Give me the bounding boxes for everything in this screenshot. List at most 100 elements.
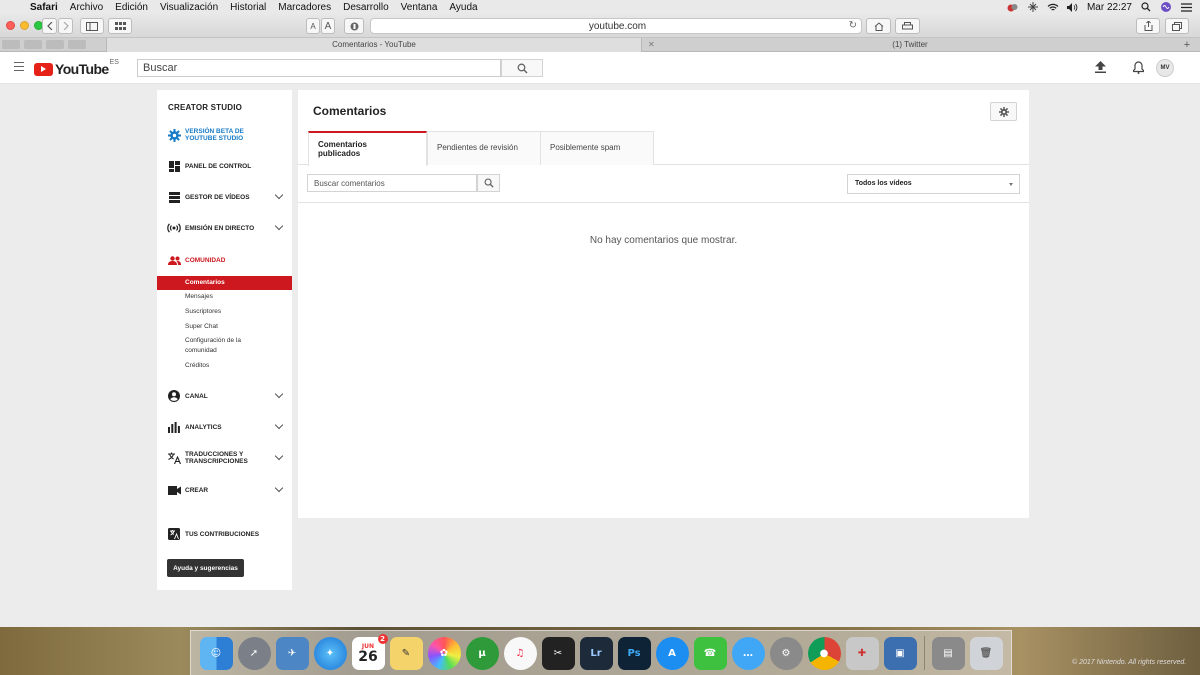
avatar[interactable]: MV [1156, 59, 1174, 77]
help-feedback-button[interactable]: Ayuda y sugerencias [167, 559, 244, 577]
youtube-logo[interactable]: YouTube ES [34, 59, 119, 77]
top-sites-button[interactable] [108, 18, 132, 34]
siri-icon[interactable] [1160, 2, 1172, 12]
menu-desarrollo[interactable]: Desarrollo [337, 2, 395, 13]
tab-published-comments[interactable]: Comentarios publicados [308, 131, 427, 166]
menu-clock[interactable]: Mar 22:27 [1087, 2, 1132, 13]
trash-icon[interactable]: 🗑 [969, 636, 1003, 670]
reload-icon[interactable]: ↻ [849, 20, 857, 31]
gear-icon [998, 106, 1009, 117]
close-tab-icon[interactable]: ✕ [648, 40, 655, 49]
wireless-diagnostics-icon[interactable]: ✚ [845, 636, 879, 670]
finder-icon[interactable]: ☺ [199, 636, 233, 670]
pinned-tab[interactable] [68, 40, 86, 49]
pinned-tab[interactable] [46, 40, 64, 49]
share-button[interactable] [1136, 18, 1160, 34]
app-store-icon[interactable]: A [655, 636, 689, 670]
photos-icon[interactable]: ✿ [427, 636, 461, 670]
printer-icon [902, 21, 913, 29]
sidebar-item-label: COMUNIDAD [185, 256, 226, 264]
screen-sharing-icon[interactable]: ▣ [883, 636, 917, 670]
sidebar-subitem-community-settings[interactable]: Configuración de la comunidad [157, 336, 267, 356]
sidebar-subitem-super-chat[interactable]: Super Chat [157, 322, 292, 332]
final-cut-icon[interactable]: ✂ [541, 636, 575, 670]
sidebar-item-dashboard[interactable]: PANEL DE CONTROL [157, 159, 292, 173]
lightroom-icon[interactable]: Lr [579, 636, 613, 670]
tab-title: Comentarios - YouTube [332, 40, 416, 49]
messages-icon[interactable]: … [731, 636, 765, 670]
sidebar-subitem-credits[interactable]: Créditos [157, 361, 292, 371]
spotlight-icon[interactable] [1140, 2, 1152, 12]
wifi-icon[interactable] [1047, 2, 1059, 12]
menu-app-name[interactable]: Safari [24, 2, 64, 13]
sidebar-item-studio-beta[interactable]: VERSIÓN BETA DE YOUTUBE STUDIO [157, 128, 292, 142]
address-url: youtube.com [588, 20, 647, 32]
sidebar-item-create[interactable]: CREAR [157, 483, 292, 497]
video-filter-select[interactable]: Todos los vídeos [847, 174, 1020, 194]
text-larger-button[interactable]: A [321, 18, 335, 34]
menu-ventana[interactable]: Ventana [395, 2, 444, 13]
new-tab-button[interactable]: + [1178, 39, 1196, 51]
tab-likely-spam[interactable]: Posiblemente spam [540, 131, 654, 165]
forward-button[interactable] [58, 18, 73, 34]
sidebar-item-translations[interactable]: TRADUCCIONES Y TRANSCRIPCIONES [157, 451, 292, 465]
sidebar-item-contributions[interactable]: TUS CONTRIBUCIONES [157, 527, 292, 541]
notification-center-icon[interactable] [1180, 2, 1192, 12]
upload-icon[interactable] [1093, 60, 1107, 74]
tab-overview-button[interactable] [1165, 18, 1189, 34]
creator-studio-sidebar: CREATOR STUDIO VERSIÓN BETA DE YOUTUBE S… [157, 90, 292, 590]
youtube-search-input[interactable]: Buscar [137, 59, 501, 77]
facetime-icon[interactable]: ☎ [693, 636, 727, 670]
comment-settings-button[interactable] [990, 102, 1017, 121]
close-window-button[interactable] [6, 21, 15, 30]
notes-icon[interactable]: ✎ [389, 636, 423, 670]
preview-icon[interactable]: ✈ [275, 636, 309, 670]
network-icon[interactable] [1027, 2, 1039, 12]
comment-search-input[interactable]: Buscar comentarios [307, 174, 477, 192]
safari-icon[interactable]: ✦ [313, 636, 347, 670]
sidebar-toggle-button[interactable] [80, 18, 104, 34]
sidebar-item-video-manager[interactable]: GESTOR DE VÍDEOS [157, 190, 292, 204]
sidebar-item-channel[interactable]: CANAL [157, 389, 292, 403]
sidebar-item-live-streaming[interactable]: EMISIÓN EN DIRECTO [157, 221, 292, 235]
text-smaller-button[interactable]: A [306, 18, 320, 34]
chrome-icon[interactable]: ● [807, 636, 841, 670]
photoshop-icon[interactable]: Ps [617, 636, 651, 670]
tab-youtube[interactable]: Comentarios - YouTube [106, 37, 642, 52]
sidebar-item-community[interactable]: COMUNIDAD [157, 253, 292, 267]
sidebar-item-label: TUS CONTRIBUCIONES [185, 530, 260, 538]
notifications-bell-icon[interactable] [1131, 60, 1145, 74]
sidebar-subitem-comments[interactable]: Comentarios [157, 276, 292, 290]
home-button[interactable] [866, 18, 891, 34]
tab-twitter[interactable]: ✕ (1) Twitter [642, 38, 1178, 52]
minimize-window-button[interactable] [20, 21, 29, 30]
calendar-icon[interactable]: JUN 26 2 [351, 633, 388, 670]
privacy-button[interactable] [344, 18, 364, 34]
pinned-tab[interactable] [2, 40, 20, 49]
sidebar-subitem-subscribers[interactable]: Suscriptores [157, 307, 292, 317]
sidebar-item-analytics[interactable]: ANALYTICS [157, 420, 292, 434]
menu-ayuda[interactable]: Ayuda [443, 2, 483, 13]
launchpad-icon[interactable]: ➚ [237, 636, 271, 670]
menu-marcadores[interactable]: Marcadores [272, 2, 337, 13]
menu-edicion[interactable]: Edición [109, 2, 154, 13]
youtube-logo-text: YouTube [55, 61, 109, 77]
sidebar-subitem-messages[interactable]: Mensajes [157, 292, 292, 302]
menu-visualizacion[interactable]: Visualización [154, 2, 224, 13]
comment-search-button[interactable] [477, 174, 500, 192]
youtube-search-button[interactable] [501, 59, 543, 77]
creative-cloud-icon[interactable] [1007, 2, 1019, 12]
pinned-tab[interactable] [24, 40, 42, 49]
volume-icon[interactable] [1067, 2, 1079, 12]
menu-archivo[interactable]: Archivo [64, 2, 109, 13]
downloads-stack-icon[interactable]: ▤ [931, 636, 965, 670]
utorrent-icon[interactable]: µ [465, 636, 499, 670]
tab-pending-review[interactable]: Pendientes de revisión [427, 131, 541, 165]
back-button[interactable] [42, 18, 57, 34]
menu-historial[interactable]: Historial [224, 2, 272, 13]
system-preferences-icon[interactable]: ⚙ [769, 636, 803, 670]
itunes-icon[interactable]: ♫ [503, 636, 537, 670]
address-bar[interactable]: youtube.com ↻ [370, 18, 862, 34]
menu-icon[interactable] [14, 62, 24, 71]
print-button[interactable] [895, 18, 920, 34]
